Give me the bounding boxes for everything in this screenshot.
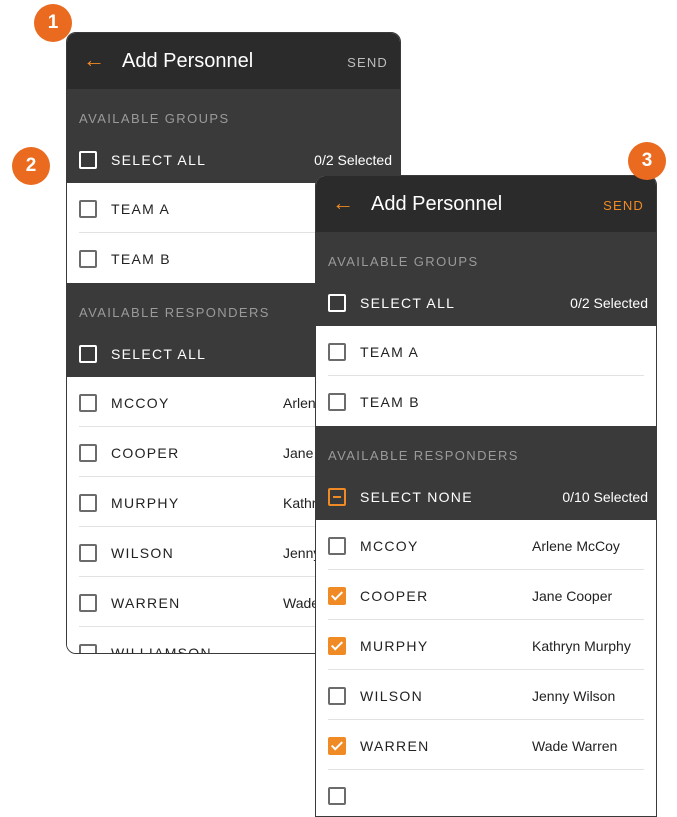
select-all-groups-checkbox[interactable] — [328, 294, 346, 312]
responder-last-name: WARREN — [360, 738, 430, 754]
groups-selected-count: 0/2 Selected — [314, 152, 392, 168]
select-all-responders-checkbox[interactable] — [79, 345, 97, 363]
responder-checkbox[interactable] — [79, 444, 97, 462]
responder-last-name: COOPER — [111, 445, 180, 461]
responder-last-name: WILLIAMSON — [111, 645, 212, 654]
responder-last-name: MURPHY — [111, 495, 180, 511]
select-all-groups-label: SELECT ALL — [360, 295, 456, 311]
group-checkbox[interactable] — [328, 343, 346, 361]
responder-row[interactable] — [316, 770, 656, 816]
group-checkbox[interactable] — [328, 393, 346, 411]
groups-heading: AVAILABLE GROUPS — [328, 254, 479, 269]
responders-heading: AVAILABLE RESPONDERS — [328, 448, 519, 463]
group-checkbox[interactable] — [79, 200, 97, 218]
group-name: TEAM B — [360, 394, 420, 410]
responders-heading: AVAILABLE RESPONDERS — [79, 305, 270, 320]
app-bar: ← Add Personnel SEND — [316, 176, 656, 232]
app-bar: ← Add Personnel SEND — [67, 33, 400, 89]
group-name: TEAM A — [360, 344, 420, 360]
responder-full-name: Arlene McCoy — [532, 538, 620, 554]
page-title: Add Personnel — [371, 193, 503, 215]
responder-checkbox[interactable] — [328, 787, 346, 805]
responder-full-name: Jenny Wilson — [532, 688, 616, 704]
responder-row[interactable]: WILSON Jenny Wilson — [316, 670, 656, 720]
screen-add-personnel-selected: ← Add Personnel SEND AVAILABLE GROUPS SE… — [315, 175, 657, 817]
responder-full-name: Jane Cooper — [532, 588, 613, 604]
responder-last-name: WILSON — [111, 545, 175, 561]
responder-checkbox[interactable] — [79, 644, 97, 653]
responder-checkbox-checked[interactable] — [328, 737, 346, 755]
group-row[interactable]: TEAM A — [316, 326, 656, 376]
responder-checkbox[interactable] — [79, 394, 97, 412]
select-none-responders-label: SELECT NONE — [360, 489, 473, 505]
select-all-groups-label: SELECT ALL — [111, 152, 207, 168]
responder-checkbox-checked[interactable] — [328, 587, 346, 605]
responders-selected-count: 0/10 Selected — [562, 489, 648, 505]
groups-select-all-row[interactable]: SELECT ALL 0/2 Selected — [316, 280, 656, 326]
step-badge-3: 3 — [628, 142, 666, 180]
responder-last-name: COOPER — [360, 588, 429, 604]
responder-checkbox-checked[interactable] — [328, 637, 346, 655]
responder-last-name: WARREN — [111, 595, 181, 611]
responder-checkbox[interactable] — [79, 494, 97, 512]
responder-full-name: Kathryn Murphy — [532, 638, 631, 654]
responder-last-name: MCCOY — [360, 538, 419, 554]
groups-heading: AVAILABLE GROUPS — [79, 111, 230, 126]
responders-select-none-row[interactable]: SELECT NONE 0/10 Selected — [316, 474, 656, 520]
responder-full-name: Wade Warren — [532, 738, 618, 754]
select-all-groups-checkbox[interactable] — [79, 151, 97, 169]
back-arrow-icon[interactable]: ← — [332, 190, 354, 216]
select-all-responders-label: SELECT ALL — [111, 346, 207, 362]
responder-checkbox[interactable] — [79, 594, 97, 612]
responders-section-header: AVAILABLE RESPONDERS — [316, 426, 656, 474]
group-row[interactable]: TEAM B — [316, 376, 656, 426]
send-button[interactable]: SEND — [603, 198, 644, 214]
back-arrow-icon[interactable]: ← — [83, 47, 105, 73]
groups-selected-count: 0/2 Selected — [570, 295, 648, 311]
step-badge-2: 2 — [12, 147, 50, 185]
responder-row[interactable]: COOPER Jane Cooper — [316, 570, 656, 620]
responder-row[interactable]: MURPHY Kathryn Murphy — [316, 620, 656, 670]
select-none-responders-checkbox[interactable] — [328, 488, 346, 506]
responder-row[interactable]: MCCOY Arlene McCoy — [316, 520, 656, 570]
responder-checkbox[interactable] — [328, 537, 346, 555]
responder-row[interactable]: WARREN Wade Warren — [316, 720, 656, 770]
responder-last-name: MCCOY — [111, 395, 170, 411]
groups-section-header: AVAILABLE GROUPS — [67, 89, 400, 137]
responder-checkbox[interactable] — [328, 687, 346, 705]
responder-checkbox[interactable] — [79, 544, 97, 562]
send-button[interactable]: SEND — [347, 55, 388, 71]
group-name: TEAM B — [111, 251, 171, 267]
group-name: TEAM A — [111, 201, 171, 217]
step-badge-1: 1 — [34, 4, 72, 42]
groups-section-header: AVAILABLE GROUPS — [316, 232, 656, 280]
responder-last-name: WILSON — [360, 688, 424, 704]
responder-list: MCCOY Arlene McCoy COOPER Jane Cooper MURPHY… — [316, 520, 656, 816]
page-title: Add Personnel — [122, 50, 254, 72]
responder-last-name: MURPHY — [360, 638, 429, 654]
group-checkbox[interactable] — [79, 250, 97, 268]
